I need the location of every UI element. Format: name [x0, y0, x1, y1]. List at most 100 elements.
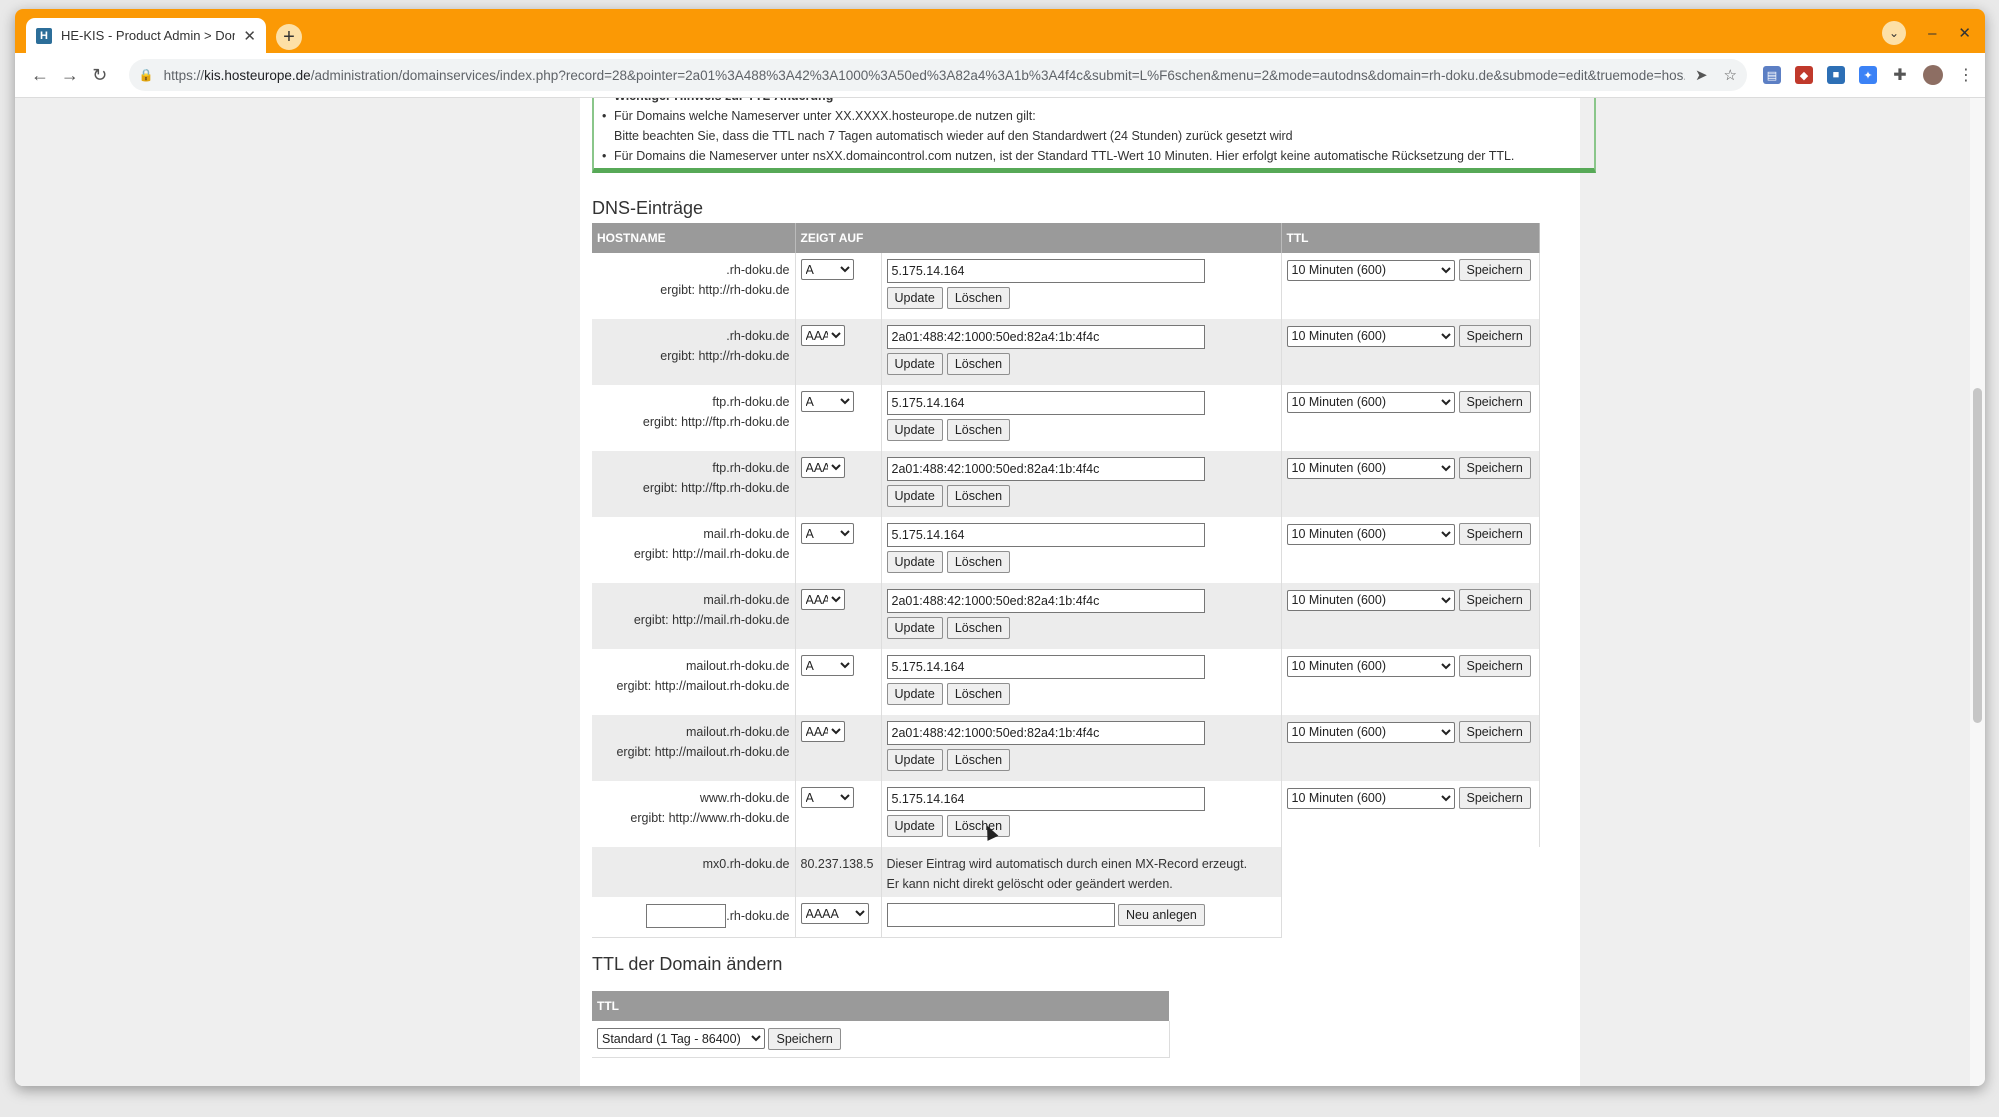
record-type-select[interactable]: AAAA: [800, 589, 845, 610]
dns-table: HOSTNAME ZEIGT AUF TTL .rh-doku.de ergibt…: [592, 223, 1540, 938]
save-ttl-button[interactable]: Speichern: [1458, 589, 1531, 611]
scrollbar-thumb[interactable]: [1973, 388, 1982, 723]
delete-button[interactable]: Löschen: [946, 485, 1011, 507]
mx-note-line: Er kann nicht direkt gelöscht oder geänd…: [886, 877, 1173, 891]
record-ttl-select[interactable]: 10 Minuten (600): [1286, 259, 1455, 281]
type-cell: A: [795, 385, 882, 451]
record-type-select[interactable]: A: [800, 391, 854, 412]
record-value-input[interactable]: [886, 721, 1205, 745]
save-ttl-button[interactable]: Speichern: [1458, 655, 1531, 677]
save-ttl-button[interactable]: Speichern: [1458, 259, 1531, 281]
save-ttl-button[interactable]: Speichern: [1458, 457, 1531, 479]
bookmark-star-icon[interactable]: ☆: [1724, 66, 1737, 84]
record-hostname: mail.rh-doku.de: [703, 527, 790, 541]
delete-button[interactable]: Löschen: [946, 353, 1011, 375]
update-button[interactable]: Update: [886, 749, 943, 771]
url-text[interactable]: https://kis.hosteurope.de/administration…: [164, 68, 1685, 83]
record-ttl-select[interactable]: 10 Minuten (600): [1286, 787, 1455, 809]
type-cell: A: [795, 781, 882, 847]
new-host-cell: .rh-doku.de: [592, 897, 796, 938]
back-icon[interactable]: ←: [25, 65, 55, 86]
delete-button[interactable]: Löschen: [946, 683, 1011, 705]
scrollbar[interactable]: [1970, 98, 1985, 1086]
domain-ttl-heading: TTL der Domain ändern: [592, 954, 783, 974]
record-type-select[interactable]: A: [800, 523, 854, 544]
browser-window: H HE-KIS - Product Admin > Dor ✕ + ⌄ – ✕…: [15, 9, 1985, 1086]
record-value-input[interactable]: [886, 523, 1205, 547]
update-button[interactable]: Update: [886, 683, 943, 705]
dns-record-row: .rh-doku.de ergibt: http://rh-doku.de A Upd…: [592, 253, 1540, 319]
delete-button[interactable]: Löschen: [946, 617, 1011, 639]
browser-tab[interactable]: H HE-KIS - Product Admin > Dor ✕: [26, 18, 266, 53]
save-ttl-button[interactable]: Speichern: [1458, 787, 1531, 809]
record-ttl-select[interactable]: 10 Minuten (600): [1286, 391, 1455, 413]
value-cell: UpdateLöschen: [881, 781, 1282, 847]
tab-close-icon[interactable]: ✕: [243, 27, 256, 45]
record-type-select[interactable]: AAAA: [800, 721, 845, 742]
record-value-input[interactable]: [886, 457, 1205, 481]
delete-button[interactable]: Löschen: [946, 419, 1011, 441]
new-host-input[interactable]: [646, 904, 727, 928]
close-window-icon[interactable]: ✕: [1958, 24, 1971, 42]
delete-button[interactable]: Löschen: [946, 815, 1011, 837]
save-ttl-button[interactable]: Speichern: [1458, 391, 1531, 413]
reload-icon[interactable]: ↻: [85, 65, 115, 86]
record-value-input[interactable]: [886, 259, 1205, 283]
save-ttl-button[interactable]: Speichern: [1458, 721, 1531, 743]
domain-ttl-select[interactable]: Standard (1 Tag - 86400): [597, 1028, 765, 1050]
notice-heading: Wichtiger Hinweis zur TTL-Änderung: [602, 98, 1584, 106]
record-value-input[interactable]: [886, 325, 1205, 349]
save-ttl-button[interactable]: Speichern: [1458, 325, 1531, 347]
hostname-cell: mailout.rh-doku.de ergibt: http://mailout…: [592, 649, 796, 715]
update-button[interactable]: Update: [886, 287, 943, 309]
menu-kebab-icon[interactable]: ⋮: [1957, 66, 1975, 84]
puzzle-icon[interactable]: ✚: [1891, 66, 1909, 84]
record-value-input[interactable]: [886, 787, 1205, 811]
update-button[interactable]: Update: [886, 419, 943, 441]
create-record-button[interactable]: Neu anlegen: [1117, 904, 1205, 926]
record-ttl-select[interactable]: 10 Minuten (600): [1286, 325, 1455, 347]
tab-search-icon[interactable]: ⌄: [1882, 21, 1907, 45]
record-value-input[interactable]: [886, 391, 1205, 415]
update-button[interactable]: Update: [886, 815, 943, 837]
record-ttl-select[interactable]: 10 Minuten (600): [1286, 655, 1455, 677]
record-ttl-select[interactable]: 10 Minuten (600): [1286, 721, 1455, 743]
record-type-select[interactable]: A: [800, 259, 854, 280]
record-type-select[interactable]: A: [800, 787, 854, 808]
type-cell: A: [795, 517, 882, 583]
record-ttl-select[interactable]: 10 Minuten (600): [1286, 589, 1455, 611]
profile-avatar[interactable]: [1923, 65, 1943, 85]
mx-note-line: Dieser Eintrag wird automatisch durch ei…: [886, 857, 1248, 871]
bird-extension-icon[interactable]: ✦: [1859, 66, 1877, 84]
send-icon[interactable]: ➤: [1695, 66, 1708, 84]
new-type-select[interactable]: AAAA: [800, 903, 869, 924]
record-type-select[interactable]: AAAA: [800, 325, 845, 346]
record-hostname: .rh-doku.de: [726, 329, 790, 343]
minimize-icon[interactable]: –: [1928, 25, 1936, 42]
record-value-input[interactable]: [886, 655, 1205, 679]
shield-extension-icon[interactable]: ◆: [1795, 66, 1813, 84]
forward-icon[interactable]: →: [55, 65, 85, 86]
delete-button[interactable]: Löschen: [946, 551, 1011, 573]
lock-icon[interactable]: 🔒: [139, 68, 154, 82]
update-button[interactable]: Update: [886, 617, 943, 639]
update-button[interactable]: Update: [886, 353, 943, 375]
record-ttl-select[interactable]: 10 Minuten (600): [1286, 457, 1455, 479]
ttl-cell: 10 Minuten (600) Speichern: [1281, 781, 1540, 847]
address-bar[interactable]: 🔒 https://kis.hosteurope.de/administrati…: [128, 59, 1747, 91]
domain-ttl-save-button[interactable]: Speichern: [768, 1027, 841, 1050]
record-value-input[interactable]: [886, 589, 1205, 613]
update-button[interactable]: Update: [886, 551, 943, 573]
delete-button[interactable]: Löschen: [946, 287, 1011, 309]
update-button[interactable]: Update: [886, 485, 943, 507]
extension-icon[interactable]: ▤: [1763, 66, 1781, 84]
extension-badge-icon[interactable]: ■: [1827, 66, 1845, 84]
new-tab-button[interactable]: +: [276, 24, 302, 50]
record-type-select[interactable]: AAAA: [800, 457, 845, 478]
new-value-input[interactable]: [886, 903, 1115, 927]
record-type-select[interactable]: A: [800, 655, 854, 676]
record-ttl-select[interactable]: 10 Minuten (600): [1286, 523, 1455, 545]
delete-button[interactable]: Löschen: [946, 749, 1011, 771]
save-ttl-button[interactable]: Speichern: [1458, 523, 1531, 545]
ttl-cell: 10 Minuten (600) Speichern: [1281, 385, 1540, 451]
